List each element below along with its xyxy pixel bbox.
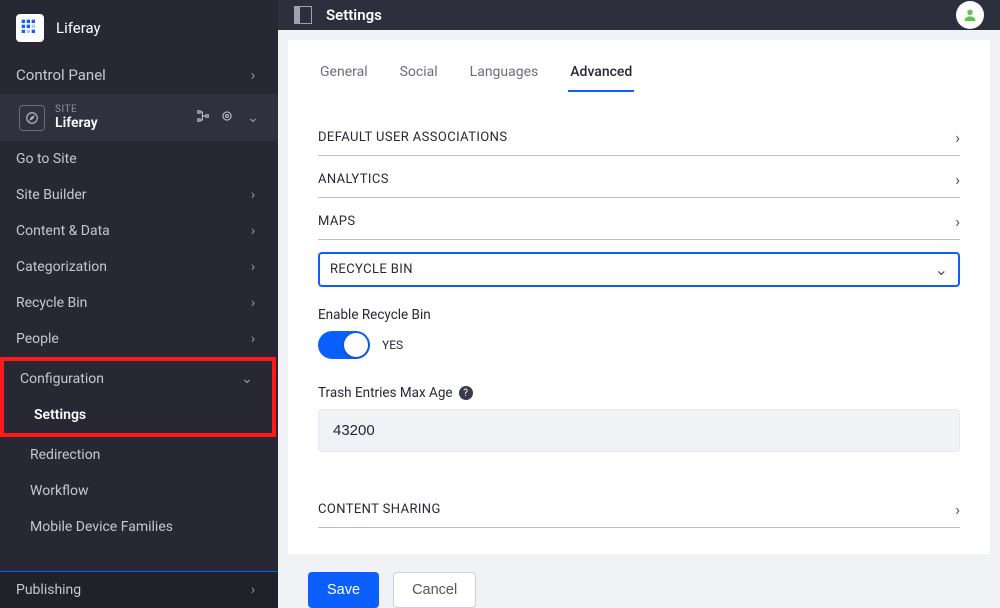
site-kicker: SITE [55,104,186,115]
nav-people[interactable]: People› [0,321,278,357]
chevron-right-icon: › [244,187,262,203]
chevron-right-icon: › [955,212,960,231]
chevron-right-icon: › [955,170,960,189]
tab-languages[interactable]: Languages [468,58,541,92]
nav-configuration[interactable]: Configuration⌄ [4,361,272,397]
nav-publishing[interactable]: Publishing› [0,571,278,608]
enable-recycle-bin-toggle[interactable] [318,331,370,359]
nav-configuration-redirection[interactable]: Redirection [0,437,278,473]
nav-recycle-bin[interactable]: Recycle Bin› [0,285,278,321]
nav-configuration-settings[interactable]: Settings [4,397,272,433]
tab-advanced[interactable]: Advanced [568,58,634,92]
chevron-down-icon[interactable]: ⌄ [244,110,262,126]
enable-recycle-bin-label: Enable Recycle Bin [318,307,960,323]
main: Settings General Social Languages Advanc… [278,0,1000,608]
cancel-button[interactable]: Cancel [393,572,476,608]
nav-configuration-workflow[interactable]: Workflow [0,473,278,509]
chevron-right-icon: › [955,128,960,147]
tab-social[interactable]: Social [398,58,440,92]
brand-name: Liferay [56,19,101,37]
sidebar: Liferay Control Panel › SITE Liferay ⌄ G… [0,0,278,608]
section-recycle-bin[interactable]: RECYCLE BIN ⌄ [318,252,960,287]
section-content-sharing[interactable]: CONTENT SHARING › [318,486,960,528]
chevron-right-icon: › [244,295,262,311]
tree-icon[interactable] [196,109,210,127]
save-button[interactable]: Save [308,572,379,608]
nav-categorization[interactable]: Categorization› [0,249,278,285]
toggle-state-text: YES [382,338,403,352]
settings-tabs: General Social Languages Advanced [288,58,990,94]
trash-max-age-input[interactable] [318,409,960,452]
section-default-user-associations[interactable]: DEFAULT USER ASSOCIATIONS › [318,114,960,156]
site-name: Liferay [55,115,186,131]
chevron-right-icon: › [244,66,262,84]
section-analytics[interactable]: ANALYTICS › [318,156,960,198]
chevron-right-icon: › [955,500,960,519]
nav-control-panel[interactable]: Control Panel › [0,56,278,94]
help-icon[interactable]: ? [459,386,473,400]
chevron-right-icon: › [244,259,262,275]
main-header: Settings [278,0,1000,30]
trash-max-age-label: Trash Entries Max Age [318,385,453,401]
chevron-right-icon: › [244,582,262,598]
settings-card: General Social Languages Advanced DEFAUL… [288,40,990,554]
liferay-logo-icon [16,14,44,42]
brand[interactable]: Liferay [0,0,278,56]
nav-configuration-mobile-device[interactable]: Mobile Device Families [0,509,278,545]
user-avatar-icon[interactable] [956,1,984,29]
control-panel-label: Control Panel [16,66,244,84]
chevron-down-icon: ⌄ [238,371,256,387]
go-to-site-label: Go to Site [16,151,262,167]
nav-site-builder[interactable]: Site Builder› [0,177,278,213]
nav-content-data[interactable]: Content & Data› [0,213,278,249]
section-maps[interactable]: MAPS › [318,198,960,240]
compass-icon [19,105,45,131]
chevron-down-icon: ⌄ [935,260,948,279]
tab-general[interactable]: General [318,58,370,92]
page-title: Settings [326,6,382,24]
nav-go-to-site[interactable]: Go to Site [0,141,278,177]
highlight-configuration-settings: Configuration⌄ Settings [0,357,276,437]
chevron-right-icon: › [244,223,262,239]
site-selector[interactable]: SITE Liferay ⌄ [0,94,278,141]
chevron-right-icon: › [244,331,262,347]
panel-toggle-icon[interactable] [294,6,312,24]
gear-icon[interactable] [220,109,234,127]
